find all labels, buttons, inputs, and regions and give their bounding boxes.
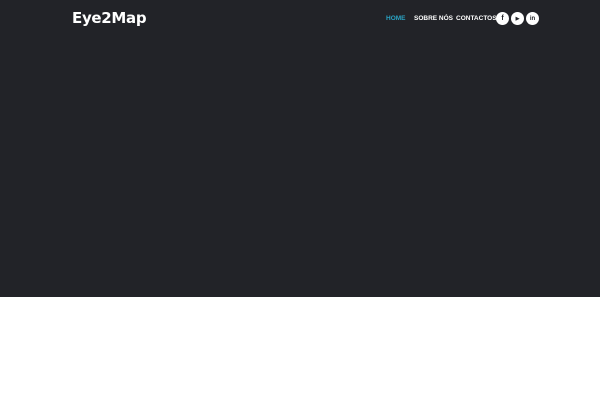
nav-contactos[interactable]: CONTACTOS	[456, 15, 497, 22]
linkedin-icon[interactable]: in	[526, 12, 539, 25]
facebook-icon[interactable]: f	[496, 12, 509, 25]
youtube-icon[interactable]: ▶	[511, 12, 524, 25]
hero-section: Eye2Map HOME SOBRE NÓS CONTACTOS f ▶ in	[0, 0, 600, 297]
nav-home[interactable]: HOME	[386, 15, 406, 22]
nav-sobre-nos[interactable]: SOBRE NÓS	[414, 15, 453, 22]
logo[interactable]: Eye2Map	[72, 9, 147, 27]
